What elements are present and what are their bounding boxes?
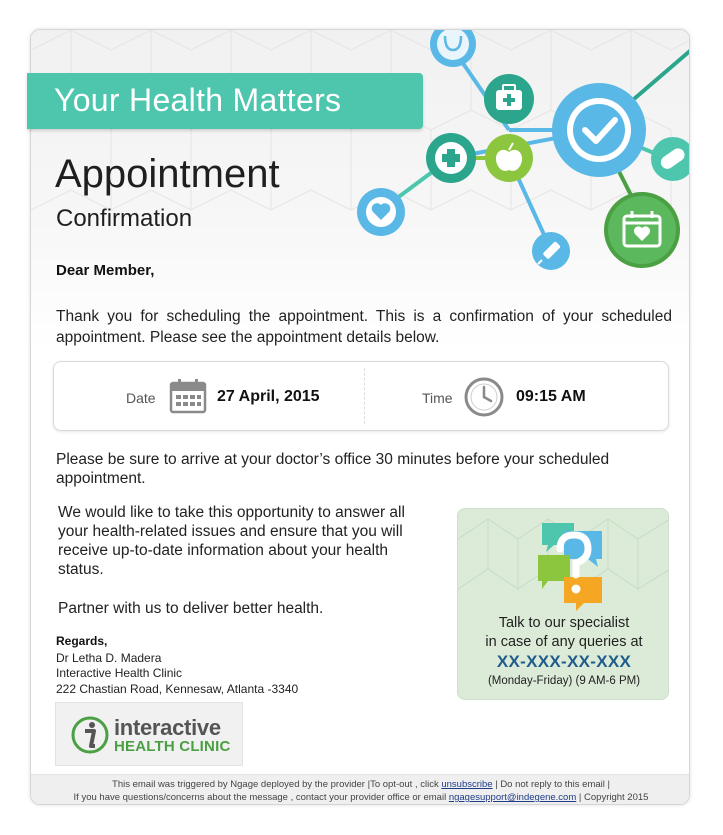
signature-name: Dr Letha D. Madera xyxy=(56,651,162,665)
syringe-icon xyxy=(532,232,570,270)
time-label: Time xyxy=(422,390,453,406)
support-hours: (Monday-Friday) (9 AM-6 PM) xyxy=(487,675,641,687)
specialist-support-panel: Talk to our specialist in case of any qu… xyxy=(457,508,669,700)
speech-bubbles-question-icon xyxy=(538,523,602,611)
footer-text: If you have questions/concerns about the… xyxy=(73,792,449,803)
email-footer: This email was triggered by Ngage deploy… xyxy=(31,774,689,804)
signature-address: 222 Chastian Road, Kennesaw, Atlanta -33… xyxy=(56,682,299,696)
arrival-instructions: Please be sure to arrive at your doctor’… xyxy=(56,451,610,487)
banner: Your Health Matters xyxy=(27,73,423,129)
banner-title: Your Health Matters xyxy=(54,82,342,118)
regards-label: Regards, xyxy=(56,634,108,648)
stethoscope-icon xyxy=(430,30,476,67)
footer-text: This email was triggered by Ngage deploy… xyxy=(112,779,442,790)
footer-text: | Do not reply to this email | xyxy=(492,779,610,790)
clock-icon xyxy=(464,377,504,417)
support-text-line-1: Talk to our specialist xyxy=(498,615,630,631)
body-paragraph: We would like to take this opportunity t… xyxy=(58,504,405,578)
greeting: Dear Member, xyxy=(56,262,155,279)
logo-subtitle: HEALTH CLINIC xyxy=(114,738,231,755)
time-value: 09:15 AM xyxy=(516,388,586,405)
apple-icon xyxy=(485,134,533,182)
appointment-details: Date 27 April, 2015 Time 09:15 AM xyxy=(53,361,669,431)
partner-text: Partner with us to deliver better health… xyxy=(58,600,324,617)
heart-icon xyxy=(357,188,405,236)
date-label: Date xyxy=(126,390,156,406)
support-email-link[interactable]: ngagesupport@indegene.com xyxy=(449,792,576,803)
details-divider xyxy=(364,368,365,424)
footer-line-2: If you have questions/concerns about the… xyxy=(31,791,689,804)
pill-icon xyxy=(651,137,689,181)
first-aid-kit-icon xyxy=(484,74,534,124)
calendar-heart-icon xyxy=(604,192,680,268)
medical-cross-icon xyxy=(426,133,476,183)
checkmark-icon xyxy=(552,83,646,177)
date-value: 27 April, 2015 xyxy=(217,388,320,405)
page-title: Appointment xyxy=(55,152,280,196)
calendar-icon xyxy=(169,379,207,414)
footer-line-1: This email was triggered by Ngage deploy… xyxy=(31,778,689,791)
signature-clinic: Interactive Health Clinic xyxy=(56,666,183,680)
intro-paragraph: Thank you for scheduling the appointment… xyxy=(56,308,672,346)
clinic-logo: interactive HEALTH CLINIC xyxy=(55,702,243,766)
support-text-line-2: in case of any queries at xyxy=(485,634,643,650)
unsubscribe-link[interactable]: unsubscribe xyxy=(441,779,492,790)
support-phone-number[interactable]: XX-XXX-XX-XXX xyxy=(458,652,668,672)
footer-text: | Copyright 2015 xyxy=(576,792,649,803)
clinic-logo-mark xyxy=(71,716,109,754)
page-subtitle: Confirmation xyxy=(56,205,193,232)
